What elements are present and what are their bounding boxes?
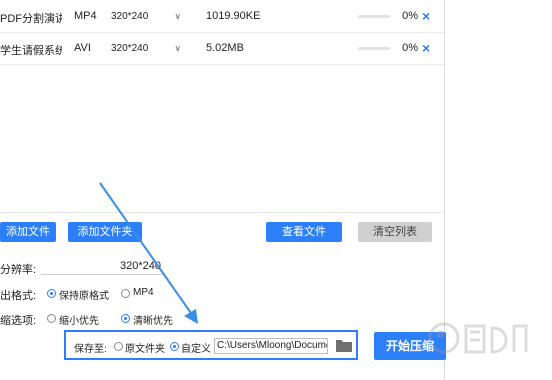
file-format: MP4 — [74, 10, 97, 22]
close-icon[interactable]: × — [422, 8, 430, 24]
progress-percent: 0% — [402, 10, 418, 22]
radio-mp4[interactable] — [121, 289, 130, 298]
table-row[interactable]: PDF分割演讲... MP4 320*240 ∨ 1019.90KE 0% × — [0, 0, 444, 33]
close-icon[interactable]: × — [422, 40, 430, 56]
file-name: PDF分割演讲... — [0, 13, 62, 25]
mp4-label: MP4 — [133, 287, 154, 298]
progress-percent: 0% — [402, 42, 418, 54]
file-list: PDF分割演讲... MP4 320*240 ∨ 1019.90KE 0% × … — [0, 0, 444, 213]
save-to-label: 保存至: — [74, 344, 107, 355]
chevron-down-icon: ∨ — [174, 11, 181, 21]
resolution-input-value: 320*240 — [120, 260, 161, 272]
custom-label: 自定义 — [181, 344, 211, 355]
resolution-value: 320*240 — [111, 11, 149, 22]
file-size: 1019.90KE — [206, 10, 261, 22]
table-row[interactable]: 学生请假系统... AVI 320*240 ∨ 5.02MB 0% × — [0, 32, 444, 65]
resolution-value: 320*240 — [111, 43, 149, 54]
compress-label: 缩选项: — [0, 315, 37, 327]
keep-format-label: 保持原格式 — [59, 291, 109, 302]
file-format: AVI — [74, 42, 91, 54]
save-path-input[interactable]: C:\Users\Mloong\Documents — [214, 338, 328, 354]
view-file-button[interactable]: 查看文件 — [266, 222, 342, 242]
radio-size-first[interactable] — [47, 314, 56, 323]
resolution-select[interactable]: 320*240 ∨ — [108, 8, 186, 26]
chevron-down-icon: ∨ — [174, 43, 181, 53]
clarity-first-label: 清晰优先 — [133, 316, 173, 327]
save-to-group: 保存至: 原文件夹 自定义 C:\Users\Mloong\Documents — [64, 330, 358, 360]
folder-icon[interactable] — [336, 339, 352, 352]
output-format-label: 出格式: — [0, 290, 37, 302]
radio-keep-format[interactable] — [47, 289, 56, 298]
progress-bar — [358, 15, 390, 18]
progress-bar — [358, 47, 390, 50]
clear-list-button[interactable]: 清空列表 — [358, 222, 432, 242]
resolution-input[interactable]: 320*240 — [41, 260, 165, 275]
add-file-button[interactable]: 添加文件 — [0, 222, 56, 242]
watermark-logo — [428, 322, 528, 354]
add-folder-button[interactable]: 添加文件夹 — [68, 222, 142, 242]
radio-clarity-first[interactable] — [121, 314, 130, 323]
file-name: 学生请假系统... — [0, 45, 62, 57]
file-size: 5.02MB — [206, 42, 244, 54]
resolution-label: 分辨率: — [0, 264, 37, 276]
original-folder-label: 原文件夹 — [125, 344, 165, 355]
size-first-label: 缩小优先 — [59, 316, 99, 327]
resolution-select[interactable]: 320*240 ∨ — [108, 40, 186, 58]
radio-original-folder[interactable] — [114, 342, 123, 351]
radio-custom[interactable] — [170, 342, 179, 351]
